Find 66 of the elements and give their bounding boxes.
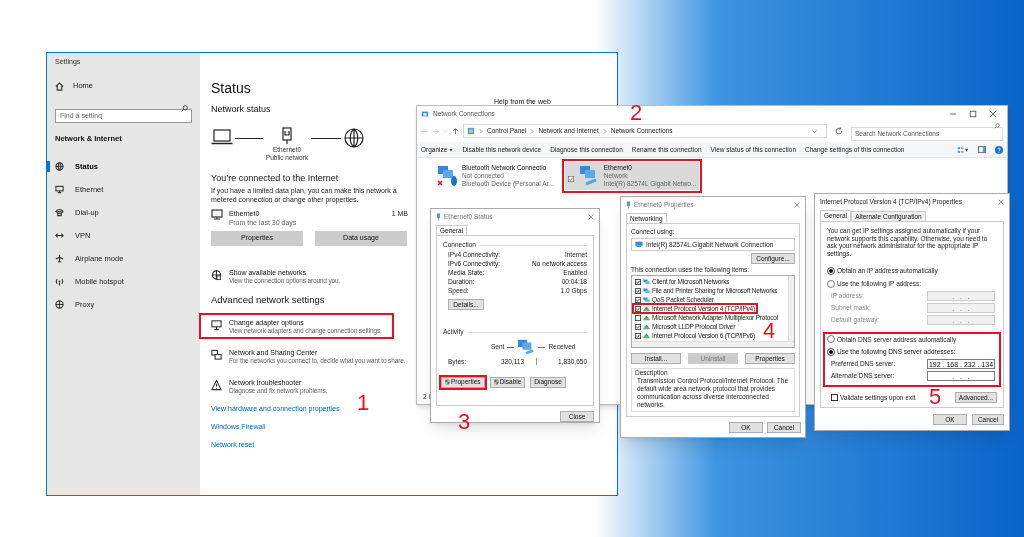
radio-button[interactable]	[827, 266, 835, 275]
laptop-icon	[211, 129, 233, 145]
highlight-frame	[439, 374, 487, 390]
refresh-icon[interactable]	[835, 127, 843, 135]
monitor-icon	[211, 319, 222, 331]
step-number: 3	[458, 413, 471, 431]
network-folder-icon	[421, 110, 429, 118]
checkbox[interactable]	[635, 332, 641, 339]
close-icon[interactable]	[588, 214, 594, 220]
radio-button[interactable]	[827, 335, 835, 344]
computers-icon	[643, 278, 650, 285]
step-number: 4	[763, 322, 776, 340]
search-icon	[994, 123, 1000, 129]
checkbox[interactable]	[635, 296, 641, 303]
checkbox[interactable]	[831, 394, 838, 401]
computers-icon	[211, 349, 222, 361]
globe-icon	[344, 128, 364, 148]
close-icon[interactable]	[998, 199, 1004, 205]
hotspot-icon	[55, 277, 64, 286]
globe-icon	[55, 300, 64, 309]
close-icon[interactable]	[794, 202, 800, 208]
network-globe-icon	[211, 269, 222, 281]
step-number: 1	[357, 394, 370, 412]
network-adapter-icon	[635, 241, 643, 248]
checkbox[interactable]	[635, 314, 641, 321]
help-icon[interactable]	[995, 145, 1003, 154]
checkbox-icon	[567, 176, 574, 182]
phone-icon	[55, 208, 64, 217]
section-heading: Advanced network settings	[211, 294, 325, 306]
checkbox[interactable]	[635, 278, 641, 285]
checkbox[interactable]	[635, 287, 641, 294]
up-arrow-icon[interactable]	[452, 127, 459, 135]
section-heading: Network status	[211, 103, 271, 115]
page-title: Status	[211, 79, 251, 97]
status-heading: You’re connected to the Internet	[211, 173, 339, 184]
network-adapter-icon	[626, 201, 631, 209]
vpn-icon	[55, 231, 64, 240]
globe-icon	[55, 162, 64, 171]
search-icon	[181, 104, 188, 112]
network-adapter-icon	[436, 213, 441, 221]
checkbox[interactable]	[635, 305, 641, 312]
step-number: 2	[630, 104, 643, 122]
monitor-icon	[211, 209, 223, 220]
maximize-icon[interactable]	[969, 110, 977, 118]
chevron-right-icon	[530, 128, 535, 134]
close-icon[interactable]	[989, 110, 997, 118]
radio-button[interactable]	[827, 279, 835, 288]
warning-icon	[211, 379, 222, 391]
computers-bluetooth-icon	[436, 164, 458, 188]
checkbox[interactable]	[635, 323, 641, 330]
home-icon	[55, 81, 64, 91]
control-panel-icon	[467, 127, 475, 135]
ethernet-port-icon	[282, 127, 292, 144]
airplane-icon	[55, 254, 64, 263]
chevron-right-icon	[602, 128, 607, 134]
computers-icon	[517, 338, 536, 356]
monitor-icon	[55, 185, 64, 194]
computers-icon	[643, 296, 650, 303]
preview-pane-icon[interactable]	[978, 146, 986, 153]
step-number: 5	[929, 388, 942, 406]
radio-button[interactable]	[827, 348, 835, 357]
view-options-icon[interactable]	[957, 145, 969, 154]
caret-icon	[449, 147, 454, 152]
computers-icon	[643, 287, 650, 294]
chevron-down-icon[interactable]	[812, 128, 817, 134]
chevron-right-icon	[479, 128, 483, 134]
